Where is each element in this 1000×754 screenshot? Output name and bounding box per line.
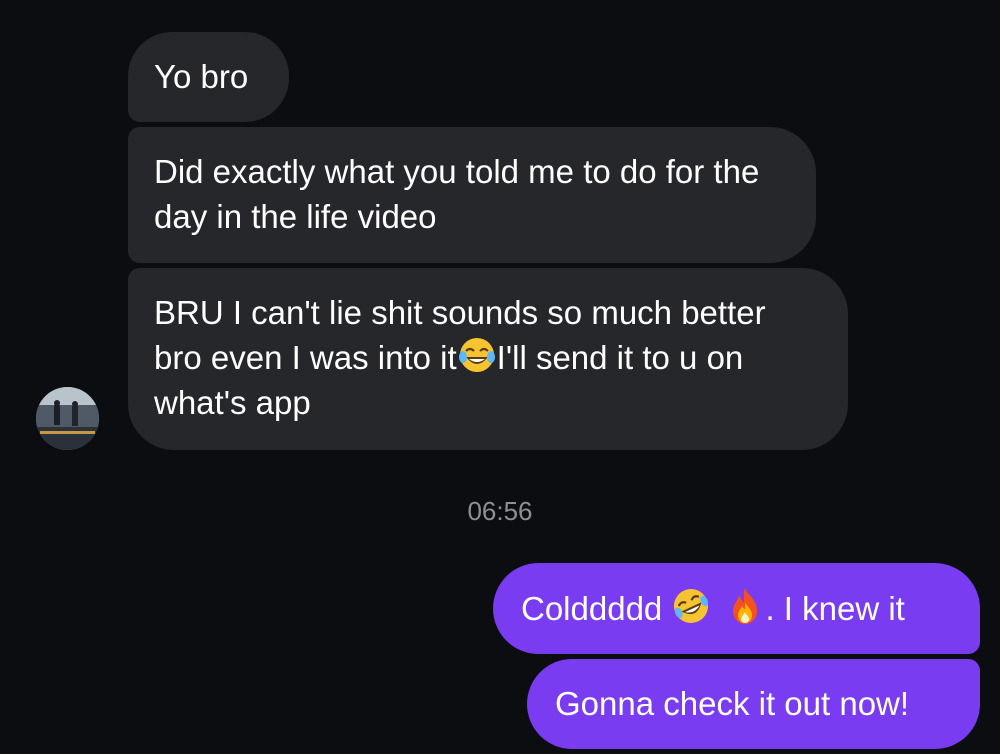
- message-text: Yo bro: [154, 58, 249, 95]
- message-text: Colddddd: [521, 590, 672, 627]
- outgoing-message-bubble[interactable]: Colddddd . I knew it: [493, 563, 980, 654]
- incoming-message-bubble[interactable]: Did exactly what you told me to do for t…: [128, 127, 816, 263]
- fire-emoji: [733, 588, 758, 624]
- contact-avatar[interactable]: [36, 387, 99, 450]
- incoming-message-bubble[interactable]: BRU I can't lie shit sounds so much bett…: [128, 268, 848, 450]
- rolling-on-the-floor-laughing-emoji: [674, 589, 709, 623]
- outgoing-message-bubble[interactable]: Gonna check it out now!: [527, 659, 980, 749]
- message-timestamp: 06:56: [467, 496, 533, 526]
- message-text: . I knew it: [765, 590, 905, 627]
- message-text: Did exactly what you told me to do for t…: [154, 153, 760, 235]
- avatar-image: [36, 387, 99, 450]
- incoming-message-bubble[interactable]: Yo bro: [128, 32, 289, 122]
- message-text: Gonna check it out now!: [555, 685, 910, 722]
- face-with-tears-of-joy-emoji: [458, 338, 495, 372]
